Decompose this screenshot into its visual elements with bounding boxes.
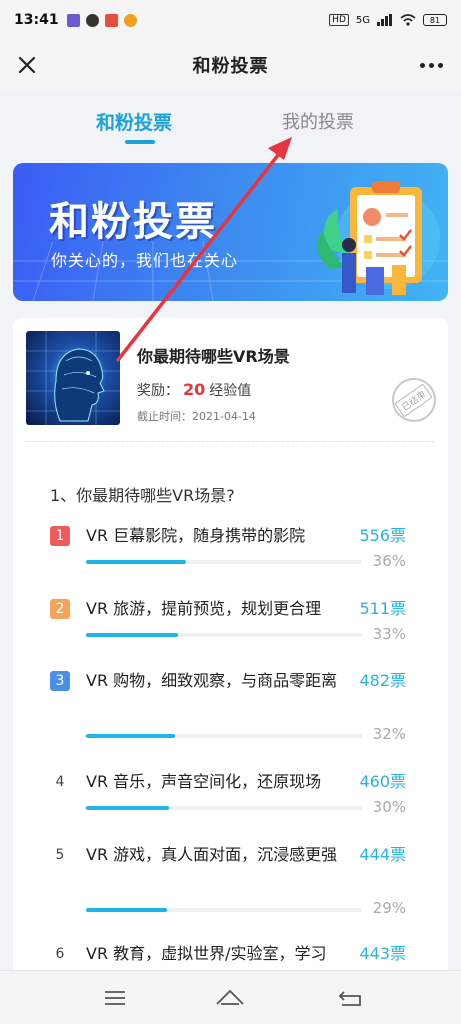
option-votes: 511票 [359, 599, 406, 618]
vote-card: 你最期待哪些VR场景 奖励： 20 经验值 截止时间：2021-04-14 已结束 … [13, 318, 448, 978]
progress-fill [86, 560, 186, 564]
reward-value: 20 [183, 380, 206, 399]
message-notification-icon [85, 13, 99, 27]
banner-subtitle: 你关心的，我们也在关心 [51, 251, 239, 270]
nav-bar: 和粉投票 [0, 40, 461, 90]
vr-head-thumbnail [26, 331, 120, 425]
home-button[interactable] [215, 985, 245, 1011]
rank-number: 5 [55, 847, 65, 863]
system-nav-bar [0, 970, 461, 1024]
reward-row: 奖励： 20 经验值 [137, 380, 251, 400]
rank-badge: 3 [50, 671, 70, 691]
notification-icons [66, 13, 137, 27]
menu-button[interactable] [100, 985, 130, 1011]
app-notification-icon [66, 13, 80, 27]
divider [26, 441, 435, 442]
ended-stamp: 已结束 [392, 378, 436, 422]
option-percent: 32% [372, 725, 406, 743]
weibo-notification-icon [123, 13, 137, 27]
progress-bar [86, 806, 362, 810]
rank-badge: 1 [50, 526, 70, 546]
tab-vote[interactable]: 和粉投票 [96, 108, 172, 135]
tab-bar: 和粉投票 我的投票 [0, 90, 461, 152]
reward-label: 奖励： [137, 383, 179, 399]
question-title: 1、你最期待哪些VR场景? [50, 486, 235, 505]
close-button[interactable] [12, 50, 42, 80]
more-icon [419, 62, 425, 68]
rank-number: 4 [55, 774, 65, 790]
wifi-icon [400, 14, 416, 26]
reward-unit: 经验值 [209, 383, 252, 399]
page-title: 和粉投票 [192, 56, 269, 77]
rank-number: 6 [55, 946, 65, 962]
progress-fill [86, 734, 175, 738]
progress-fill [86, 908, 167, 912]
deadline-text: 截止时间：2021-04-14 [137, 410, 256, 423]
system-status: HD 5G 81 [329, 14, 447, 26]
status-time: 13:41 [14, 12, 59, 28]
vr-head-image [26, 331, 120, 425]
promo-banner[interactable]: 和粉投票 你关心的，我们也在关心 [13, 163, 448, 301]
vote-title[interactable]: 你最期待哪些VR场景 [137, 343, 290, 367]
clipboard-illustration-icon [316, 181, 440, 295]
progress-bar [86, 734, 362, 738]
battery-icon: 81 [423, 14, 447, 26]
option-text: VR 音乐，声音空间化，还原现场 [86, 772, 322, 791]
battery-level: 81 [429, 15, 441, 25]
hd-icon: HD [329, 14, 349, 26]
back-button[interactable] [335, 985, 365, 1011]
option-votes: 556票 [359, 526, 406, 545]
progress-bar [86, 633, 362, 637]
option-percent: 33% [372, 625, 406, 643]
menu-icon [105, 991, 125, 1005]
network-label: 5G [355, 14, 370, 26]
option-votes: 482票 [359, 671, 406, 690]
ended-stamp-label: 已结束 [394, 382, 434, 418]
option-text: VR 游戏，真人面对面，沉浸感更强 [86, 845, 338, 864]
close-icon [18, 56, 36, 74]
status-bar: 13:41 HD 5G 81 [0, 0, 461, 40]
signal-icon [377, 14, 392, 26]
progress-fill [86, 806, 170, 810]
progress-fill [86, 633, 178, 637]
option-percent: 36% [372, 552, 406, 570]
back-icon [338, 991, 361, 1006]
option-text: VR 旅游，提前预览，规划更合理 [86, 599, 322, 618]
option-votes: 460票 [359, 772, 406, 791]
rank-badge: 2 [50, 599, 70, 619]
option-text: VR 教育，虚拟世界/实验室，学习 [86, 944, 327, 963]
progress-bar [86, 560, 362, 564]
option-text: VR 购物，细致观察，与商品零距离 [86, 671, 338, 690]
app-notification-icon [104, 13, 118, 27]
more-button[interactable] [415, 50, 447, 80]
option-votes: 443票 [359, 944, 406, 963]
tab-my-votes[interactable]: 我的投票 [282, 108, 354, 134]
home-icon [216, 989, 244, 1005]
option-votes: 444票 [359, 845, 406, 864]
tab-active-indicator [125, 140, 155, 144]
progress-bar [86, 908, 362, 912]
option-text: VR 巨幕影院，随身携带的影院 [86, 526, 306, 545]
banner-title: 和粉投票 [49, 199, 217, 245]
option-percent: 29% [372, 899, 406, 917]
option-percent: 30% [372, 798, 406, 816]
